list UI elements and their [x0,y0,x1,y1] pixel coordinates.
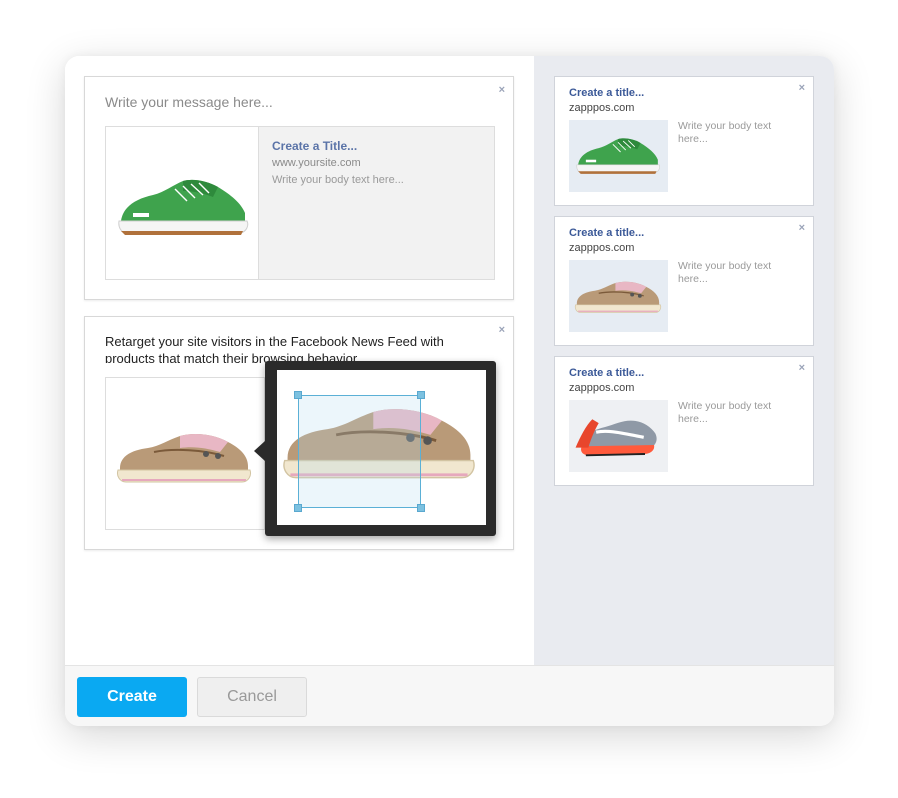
retarget-description: Retarget your site visitors in the Faceb… [105,334,444,363]
ad-title[interactable]: Create a title... [569,367,644,379]
ad-image[interactable] [569,260,668,332]
link-preview: Create a Title... www.yoursite.com Write… [105,126,495,280]
crop-handle-bottom-left[interactable] [294,504,302,512]
editor-pane: × Write your message here... Create a Ti… [65,56,534,665]
running-shoe-image [573,410,663,462]
popover-arrow [254,441,265,461]
close-icon[interactable]: × [499,325,505,336]
ad-title[interactable]: Create a title... [569,227,644,239]
close-icon[interactable]: × [499,85,505,96]
ad-site: zapppos.com [569,382,635,394]
create-ad-dialog: × Write your message here... Create a Ti… [65,56,834,726]
boat-shoe-image [114,422,254,492]
ad-preview-card: × Create a title... zapppos.com Write yo… [554,356,814,486]
product-thumbnail[interactable] [105,377,265,530]
preview-url[interactable]: www.yoursite.com [272,157,361,169]
ad-body[interactable]: Write your body text here... [678,120,798,146]
crop-handle-top-right[interactable] [417,391,425,399]
image-crop-popover [254,361,496,536]
ad-image[interactable] [569,120,668,192]
close-icon[interactable]: × [799,363,805,374]
message-input[interactable]: Write your message here... [105,94,273,110]
ad-preview-card: × Create a title... zapppos.com Write yo… [554,216,814,346]
ad-site: zapppos.com [569,242,635,254]
crop-handle-bottom-right[interactable] [417,504,425,512]
composer-card: × Write your message here... Create a Ti… [84,76,514,300]
ad-site: zapppos.com [569,102,635,114]
crop-handle-top-left[interactable] [294,391,302,399]
preview-thumbnail[interactable] [106,127,259,279]
close-icon[interactable]: × [799,83,805,94]
ad-preview-card: × Create a title... zapppos.com Write yo… [554,76,814,206]
close-icon[interactable]: × [799,223,805,234]
preview-body[interactable]: Write your body text here... [272,174,404,186]
ad-title[interactable]: Create a title... [569,87,644,99]
crop-selection[interactable] [294,391,425,512]
dialog-footer: Create Cancel [65,665,834,726]
cancel-button[interactable]: Cancel [197,677,307,717]
ad-preview-pane: × Create a title... zapppos.com Write yo… [534,56,834,665]
boat-shoe-image [573,274,663,319]
green-sneaker-image [573,134,663,179]
ad-body[interactable]: Write your body text here... [678,260,798,286]
green-sneaker-image [113,173,253,243]
crop-canvas[interactable] [277,370,486,525]
preview-title[interactable]: Create a Title... [272,139,357,153]
create-button[interactable]: Create [77,677,187,717]
ad-body[interactable]: Write your body text here... [678,400,798,426]
ad-image[interactable] [569,400,668,472]
